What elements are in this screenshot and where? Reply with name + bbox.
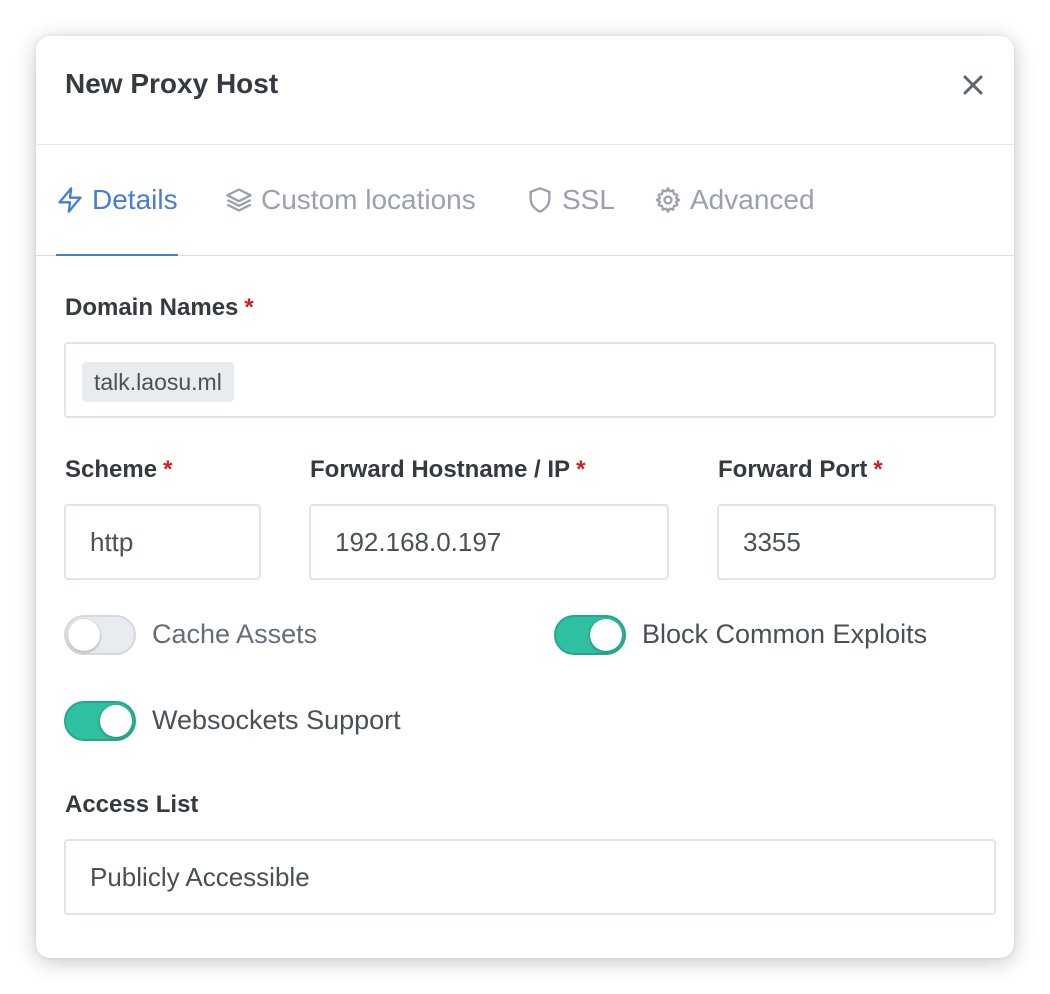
close-icon[interactable] [956, 68, 990, 102]
block-exploits-toggle[interactable] [554, 615, 626, 655]
forward-hostname-input[interactable]: 192.168.0.197 [309, 504, 669, 580]
forward-port-input[interactable]: 3355 [717, 504, 996, 580]
tab-bar: Details Custom locations SSL Advanced [36, 144, 1014, 256]
tab-details-label: Details [92, 183, 178, 215]
toggle-knob [590, 619, 622, 651]
tab-ssl-label: SSL [562, 183, 615, 215]
tab-ssl[interactable]: SSL [526, 144, 615, 255]
gear-icon [655, 186, 681, 213]
tab-custom-locations-label: Custom locations [261, 183, 476, 215]
tab-custom-locations[interactable]: Custom locations [225, 144, 476, 255]
lightning-icon [58, 186, 82, 213]
modal-title: New Proxy Host [65, 68, 279, 99]
domain-names-input[interactable]: talk.laosu.ml [64, 342, 996, 418]
tab-details[interactable]: Details [56, 144, 178, 256]
tab-advanced-label: Advanced [690, 183, 815, 215]
tab-advanced[interactable]: Advanced [654, 144, 815, 255]
toggle-knob [100, 705, 132, 737]
layers-icon [226, 187, 252, 212]
forward-hostname-label: Forward Hostname / IP * [310, 456, 586, 483]
block-exploits-label: Block Common Exploits [642, 619, 928, 649]
domain-tag[interactable]: talk.laosu.ml [82, 362, 234, 402]
scheme-label: Scheme * [65, 456, 173, 483]
websockets-label: Websockets Support [152, 705, 401, 735]
access-list-label: Access List [65, 791, 199, 818]
cache-assets-toggle[interactable] [64, 615, 136, 655]
modal-header: New Proxy Host [36, 36, 1014, 145]
scheme-input[interactable]: http [64, 504, 261, 580]
cache-assets-label: Cache Assets [152, 619, 318, 649]
toggle-knob [68, 619, 100, 651]
domain-names-label: Domain Names * [65, 294, 254, 321]
websockets-toggle[interactable] [64, 701, 136, 741]
forward-port-label: Forward Port * [718, 456, 883, 483]
access-list-select[interactable]: Publicly Accessible [64, 839, 996, 915]
shield-icon [529, 186, 551, 213]
proxy-host-modal: New Proxy Host Details Custom locations … [36, 36, 1014, 958]
